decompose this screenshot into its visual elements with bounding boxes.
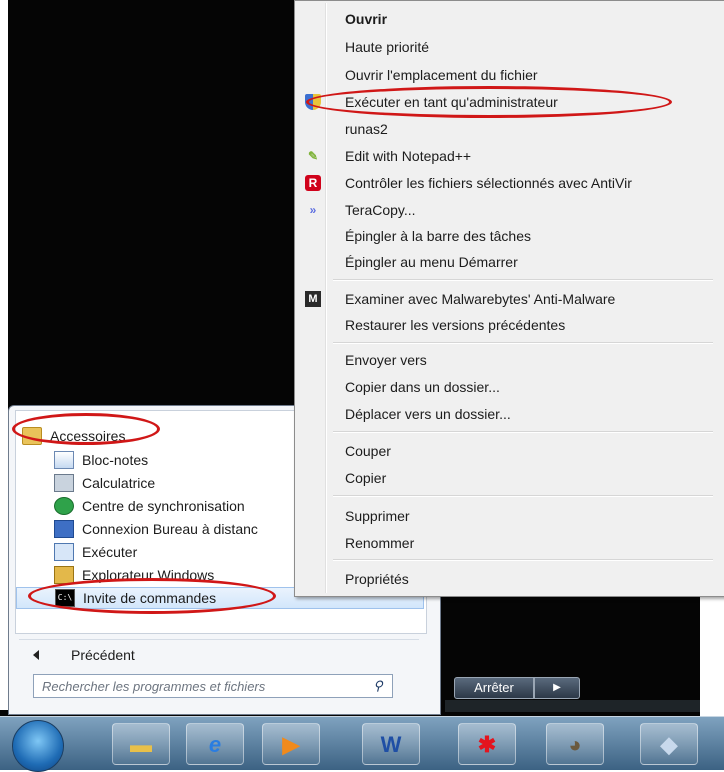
notepad-icon (54, 451, 74, 469)
word-icon: W (380, 732, 402, 757)
menu-item-copier-dossier[interactable]: Copier dans un dossier... (295, 375, 705, 399)
menu-item-label: Copier (345, 470, 387, 486)
gimp-icon: ◕ (568, 732, 582, 757)
menu-item-label: Ouvrir (345, 11, 388, 27)
teracopy-icon: » (309, 203, 317, 217)
menu-item-malwarebytes[interactable]: M Examiner avec Malwarebytes' Anti-Malwa… (295, 287, 705, 311)
menu-item-haute-priorite[interactable]: Haute priorité (295, 35, 705, 59)
menu-separator (333, 495, 713, 497)
taskbar: ▬ e ▶ W ✱ ◕ ◆ (0, 716, 724, 772)
blurred-text (445, 700, 700, 712)
back-arrow-icon (33, 650, 39, 660)
menu-item-label: Contrôler les fichiers sélectionnés avec… (345, 175, 632, 191)
folder-icon: ▬ (130, 732, 152, 757)
menu-item-epingler-demarrer[interactable]: Épingler au menu Démarrer (295, 250, 705, 274)
annotation-ellipse-run-as-admin (306, 86, 672, 118)
taskbar-gimp-button[interactable]: ◕ (546, 723, 604, 765)
annotation-ellipse-accessoires (12, 413, 160, 445)
menu-separator (333, 342, 713, 344)
notepadpp-icon: ✎ (307, 149, 319, 163)
menu-item-label: Restaurer les versions précédentes (345, 317, 566, 333)
menu-item-ouvrir[interactable]: Ouvrir (295, 7, 705, 31)
menu-item-teracopy[interactable]: » TeraCopy... (295, 198, 705, 222)
program-label: Centre de synchronisation (82, 498, 245, 514)
media-player-icon: ▶ (282, 732, 300, 757)
shutdown-options-button[interactable]: ▶ (534, 677, 580, 699)
menu-item-label: Déplacer vers un dossier... (345, 406, 511, 422)
red-splash-icon: ✱ (477, 732, 497, 757)
sync-center-icon (54, 497, 74, 515)
menu-item-label: Envoyer vers (345, 352, 427, 368)
menu-item-label: Edit with Notepad++ (345, 148, 472, 164)
taskbar-folder-button[interactable]: ▬ (112, 723, 170, 765)
menu-item-epingler-barre[interactable]: Épingler à la barre des tâches (295, 224, 705, 248)
calculator-icon (54, 474, 74, 492)
menu-separator (333, 559, 713, 561)
menu-item-label: TeraCopy... (345, 202, 416, 218)
menu-item-label: Renommer (345, 535, 415, 551)
program-label: Exécuter (82, 544, 138, 560)
menu-item-renommer[interactable]: Renommer (295, 531, 705, 555)
remote-desktop-icon (54, 520, 74, 538)
program-label: Connexion Bureau à distanc (82, 521, 258, 537)
menu-item-label: Examiner avec Malwarebytes' Anti-Malware (345, 291, 616, 307)
search-placeholder: Rechercher les programmes et fichiers (42, 678, 266, 694)
menu-item-label: Épingler au menu Démarrer (345, 254, 518, 270)
shutdown-button[interactable]: Arrêter (454, 677, 534, 699)
menu-item-label: Ouvrir l'emplacement du fichier (345, 67, 538, 83)
menu-item-ouvrir-emplacement[interactable]: Ouvrir l'emplacement du fichier (295, 63, 705, 87)
menu-item-restaurer-versions[interactable]: Restaurer les versions précédentes (295, 313, 705, 337)
menu-separator (333, 431, 713, 433)
search-input[interactable]: Rechercher les programmes et fichiers ⚲ (33, 674, 393, 698)
menu-item-label: Supprimer (345, 508, 410, 524)
menu-item-envoyer-vers[interactable]: Envoyer vers (295, 348, 705, 372)
taskbar-explorer-button[interactable]: ◆ (640, 723, 698, 765)
search-icon[interactable]: ⚲ (370, 678, 386, 694)
menu-item-copier[interactable]: Copier (295, 466, 705, 490)
program-label: Bloc-notes (82, 452, 149, 468)
page-margin-left (0, 0, 8, 710)
menu-item-label: Haute priorité (345, 39, 430, 55)
start-orb-icon[interactable] (12, 720, 64, 772)
menu-separator (333, 279, 713, 281)
menu-item-couper[interactable]: Couper (295, 439, 705, 463)
menu-item-supprimer[interactable]: Supprimer (295, 504, 705, 528)
taskbar-splash-button[interactable]: ✱ (458, 723, 516, 765)
run-icon (54, 543, 74, 561)
annotation-ellipse-cmd (28, 578, 276, 614)
menu-item-deplacer-dossier[interactable]: Déplacer vers un dossier... (295, 402, 705, 426)
menu-item-label: Épingler à la barre des tâches (345, 228, 531, 244)
menu-item-proprietes[interactable]: Propriétés (295, 567, 705, 591)
back-label: Précédent (71, 647, 135, 663)
internet-explorer-icon: e (208, 732, 222, 757)
menu-item-label: Couper (345, 443, 391, 459)
windows-explorer-icon: ◆ (660, 732, 678, 757)
taskbar-ie-button[interactable]: e (186, 723, 244, 765)
taskbar-media-button[interactable]: ▶ (262, 723, 320, 765)
malwarebytes-icon: M (305, 291, 321, 307)
start-menu-divider (19, 639, 419, 640)
menu-item-label: Copier dans un dossier... (345, 379, 500, 395)
taskbar-word-button[interactable]: W (362, 723, 420, 765)
menu-item-notepadpp[interactable]: ✎ Edit with Notepad++ (295, 144, 705, 168)
menu-item-antivir[interactable]: R Contrôler les fichiers sélectionnés av… (295, 171, 705, 195)
antivir-icon: R (305, 175, 321, 191)
program-label: Calculatrice (82, 475, 156, 491)
back-button[interactable]: Précédent (33, 644, 135, 666)
menu-item-label: runas2 (345, 121, 388, 137)
menu-item-runas2[interactable]: runas2 (295, 117, 705, 141)
menu-item-label: Propriétés (345, 571, 409, 587)
